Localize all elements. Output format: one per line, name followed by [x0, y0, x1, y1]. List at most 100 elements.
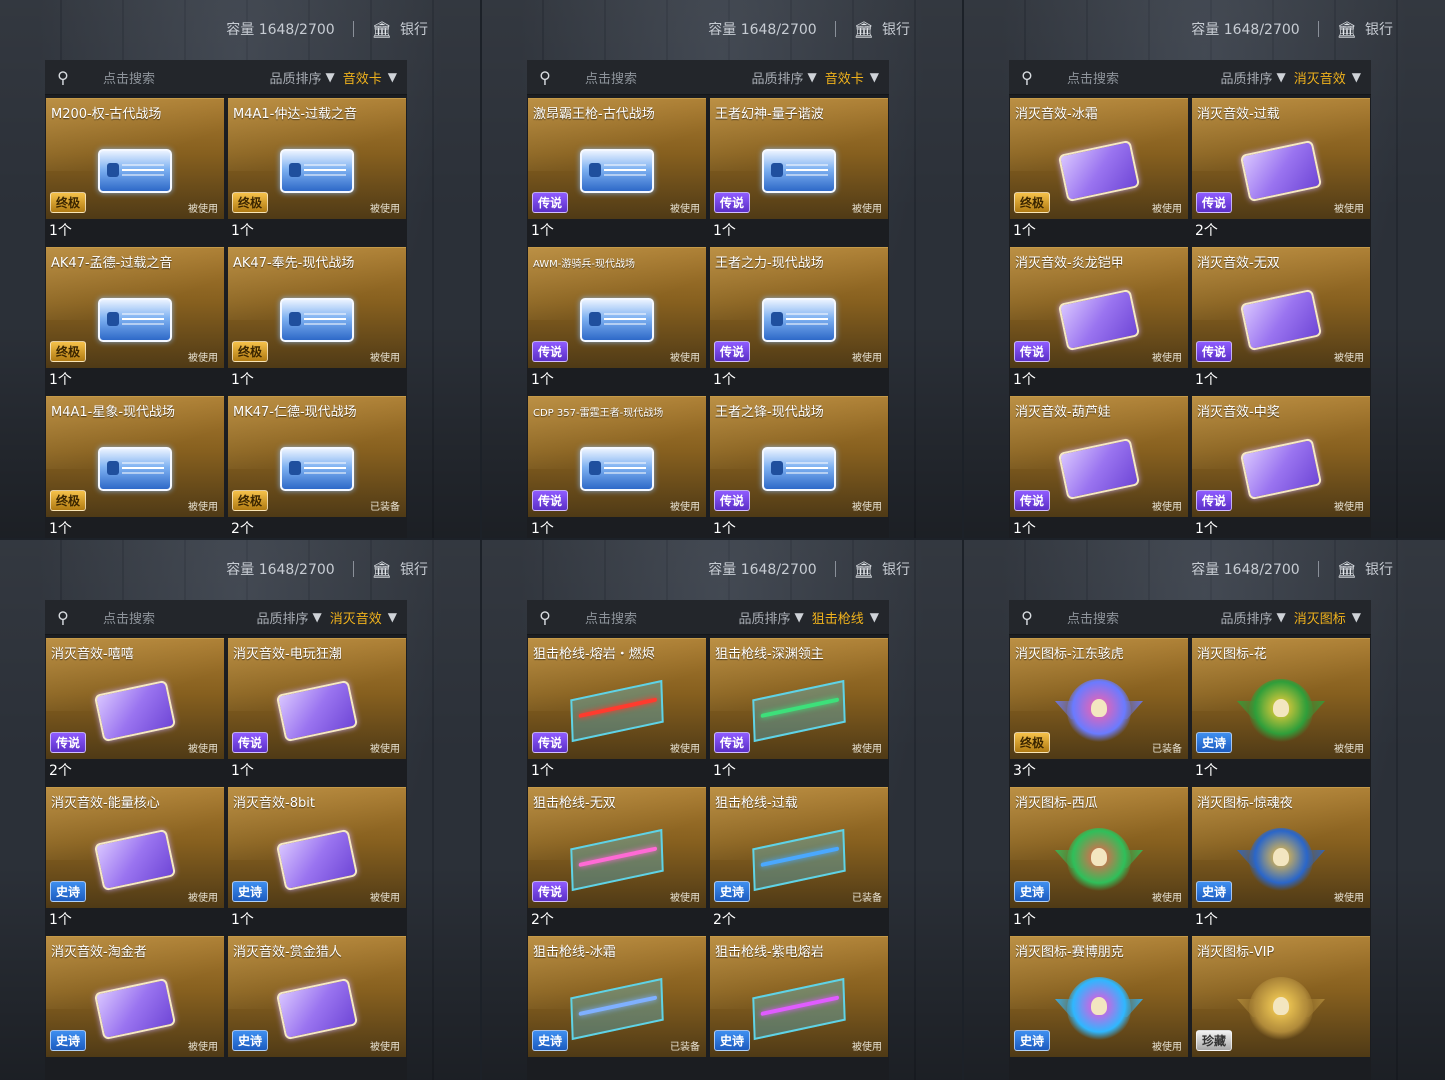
item-card[interactable]: 消灭图标-花 史诗 被使用 1个: [1192, 638, 1370, 783]
chevron-down-icon: ▼: [794, 610, 804, 624]
item-art: [762, 298, 836, 342]
item-art: [1239, 288, 1323, 352]
item-card-face: M4A1-星象-现代战场 终极 被使用: [46, 396, 224, 517]
item-art: [93, 679, 177, 743]
item-name: 消灭音效-8bit: [233, 796, 315, 811]
category-dropdown[interactable]: 音效卡 ▼: [825, 68, 889, 87]
item-card[interactable]: 消灭图标-VIP 珍藏: [1192, 936, 1370, 1080]
item-card[interactable]: AWM-游骑兵-现代战场 传说 被使用 1个: [528, 247, 706, 392]
item-card[interactable]: M4A1-星象-现代战场 终极 被使用 1个: [46, 396, 224, 538]
category-dropdown[interactable]: 消灭音效 ▼: [1294, 68, 1371, 87]
inventory-panel: ⚲ 点击搜索 品质排序 ▼ 消灭图标 ▼ 消灭图标-江东骇虎 终极 已装备 3个 消灭图标-花 史诗被…: [1009, 600, 1371, 1080]
item-card[interactable]: 王者之锋-现代战场 传说 被使用 1个: [710, 396, 888, 538]
item-card[interactable]: 狙击枪线-冰霜 史诗 已装备: [528, 936, 706, 1080]
search-input[interactable]: 点击搜索: [1045, 68, 1213, 87]
item-card[interactable]: 消灭音效-能量核心 史诗 被使用 1个: [46, 787, 224, 932]
item-card[interactable]: 狙击枪线-深渊领主 传说 被使用 1个: [710, 638, 888, 783]
sound-card-icon: [762, 149, 836, 193]
usage-status: 被使用: [370, 353, 400, 364]
screenshot-panel: 容量 1648/2700 🏛 银行 ⚲ 点击搜索 品质排序 ▼ 消灭音效 ▼ 消灭音效-嘻嘻 传说被…: [0, 540, 480, 1080]
item-card[interactable]: M4A1-仲达-过载之音 终极 被使用 1个: [228, 98, 406, 243]
item-card[interactable]: AK47-奉先-现代战场 终极 被使用 1个: [228, 247, 406, 392]
item-card[interactable]: 王者之力-现代战场 传说 被使用 1个: [710, 247, 888, 392]
item-card[interactable]: 消灭音效-过载 传说 被使用 2个: [1192, 98, 1370, 243]
bank-button[interactable]: 🏛 银行: [854, 559, 910, 579]
filter-bar: ⚲ 点击搜索 品质排序 ▼ 音效卡 ▼: [527, 60, 889, 95]
item-art: [280, 149, 354, 193]
item-card[interactable]: 消灭图标-西瓜 史诗 被使用 1个: [1010, 787, 1188, 932]
item-card-face: 消灭音效-电玩狂潮 传说 被使用: [228, 638, 406, 759]
item-card[interactable]: 消灭图标-惊魂夜 史诗 被使用 1个: [1192, 787, 1370, 932]
sort-dropdown[interactable]: 品质排序 ▼: [1213, 68, 1294, 87]
item-card[interactable]: 消灭音效-葫芦娃 传说 被使用 1个: [1010, 396, 1188, 538]
usage-status: 已装备: [670, 1042, 700, 1053]
bank-button[interactable]: 🏛 银行: [1337, 19, 1393, 39]
bank-button[interactable]: 🏛 银行: [854, 19, 910, 39]
rarity-badge: 传说: [1196, 341, 1233, 362]
divider: [834, 561, 836, 577]
search-icon[interactable]: ⚲: [527, 68, 563, 87]
item-card[interactable]: 消灭图标-赛博朋克 史诗 被使用: [1010, 936, 1188, 1080]
item-card[interactable]: MK47-仁德-现代战场 终极 已装备 2个: [228, 396, 406, 538]
bank-button[interactable]: 🏛 银行: [372, 19, 428, 39]
sort-dropdown[interactable]: 品质排序 ▼: [1213, 608, 1294, 627]
sort-dropdown[interactable]: 品质排序 ▼: [731, 608, 812, 627]
category-dropdown[interactable]: 消灭图标 ▼: [1294, 608, 1371, 627]
search-icon[interactable]: ⚲: [1009, 608, 1045, 627]
search-input[interactable]: 点击搜索: [81, 608, 249, 627]
sort-label: 品质排序: [738, 611, 791, 627]
bank-button[interactable]: 🏛 银行: [1337, 559, 1393, 579]
item-name: MK47-仁德-现代战场: [233, 405, 357, 420]
item-card[interactable]: 消灭图标-江东骇虎 终极 已装备 3个: [1010, 638, 1188, 783]
item-card[interactable]: 狙击枪线-过载 史诗 已装备 2个: [710, 787, 888, 932]
item-card[interactable]: 消灭音效-炎龙铠甲 传说 被使用 1个: [1010, 247, 1188, 392]
screenshot-panel: 容量 1648/2700 🏛 银行 ⚲ 点击搜索 品质排序 ▼ 音效卡 ▼ M200-权-古代战场…: [0, 0, 480, 538]
category-dropdown[interactable]: 消灭音效 ▼: [330, 608, 407, 627]
usage-status: 被使用: [1152, 893, 1182, 904]
item-card[interactable]: CDP 357-雷霆王者-现代战场 传说 被使用 1个: [528, 396, 706, 538]
category-dropdown[interactable]: 音效卡 ▼: [343, 68, 407, 87]
item-card[interactable]: AK47-孟德-过载之音 终极 被使用 1个: [46, 247, 224, 392]
item-card[interactable]: 消灭音效-嘻嘻 传说 被使用 2个: [46, 638, 224, 783]
item-name: 消灭音效-过载: [1197, 107, 1280, 122]
search-icon[interactable]: ⚲: [527, 608, 563, 627]
kill-sound-card-icon: [1239, 288, 1323, 352]
item-count: 1个: [1192, 759, 1370, 783]
sort-dropdown[interactable]: 品质排序 ▼: [262, 68, 343, 87]
item-card[interactable]: M200-权-古代战场 终极 被使用 1个: [46, 98, 224, 243]
search-input[interactable]: 点击搜索: [563, 68, 744, 87]
item-card[interactable]: 消灭音效-无双 传说 被使用 1个: [1192, 247, 1370, 392]
item-card[interactable]: 消灭音效-淘金者 史诗 被使用: [46, 936, 224, 1080]
search-icon[interactable]: ⚲: [45, 68, 81, 87]
search-icon[interactable]: ⚲: [45, 608, 81, 627]
usage-status: 被使用: [1334, 353, 1364, 364]
bank-button[interactable]: 🏛 银行: [372, 559, 428, 579]
item-card[interactable]: 消灭音效-8bit 史诗 被使用 1个: [228, 787, 406, 932]
kill-sound-card-icon: [1057, 437, 1141, 501]
kill-sound-card-icon: [93, 679, 177, 743]
sort-dropdown[interactable]: 品质排序 ▼: [249, 608, 330, 627]
item-card[interactable]: 消灭音效-电玩狂潮 传说 被使用 1个: [228, 638, 406, 783]
sort-dropdown[interactable]: 品质排序 ▼: [744, 68, 825, 87]
search-input[interactable]: 点击搜索: [563, 608, 731, 627]
item-card[interactable]: 狙击枪线-紫电熔岩 史诗 被使用: [710, 936, 888, 1080]
search-input[interactable]: 点击搜索: [81, 68, 262, 87]
item-card[interactable]: 王者幻神-量子谐波 传说 被使用 1个: [710, 98, 888, 243]
item-card[interactable]: 激昂霸王枪-古代战场 传说 被使用 1个: [528, 98, 706, 243]
item-card[interactable]: 消灭音效-冰霜 终极 被使用 1个: [1010, 98, 1188, 243]
search-input[interactable]: 点击搜索: [1045, 608, 1213, 627]
item-card-face: 消灭图标-西瓜 史诗 被使用: [1010, 787, 1188, 908]
search-icon[interactable]: ⚲: [1009, 68, 1045, 87]
item-count: [46, 1057, 224, 1080]
item-card[interactable]: 狙击枪线-熔岩・燃烬 传说 被使用 1个: [528, 638, 706, 783]
item-art: [275, 679, 359, 743]
kill-emblem-icon: [1067, 977, 1131, 1041]
item-card[interactable]: 消灭音效-中奖 传说 被使用 1个: [1192, 396, 1370, 538]
item-card[interactable]: 消灭音效-赏金猎人 史诗 被使用: [228, 936, 406, 1080]
item-card[interactable]: 狙击枪线-无双 传说 被使用 2个: [528, 787, 706, 932]
usage-status: 被使用: [188, 744, 218, 755]
item-count: 1个: [710, 759, 888, 783]
category-dropdown[interactable]: 狙击枪线 ▼: [812, 608, 889, 627]
rarity-badge: 传说: [532, 192, 569, 213]
capacity-label: 容量 1648/2700: [1191, 562, 1300, 578]
